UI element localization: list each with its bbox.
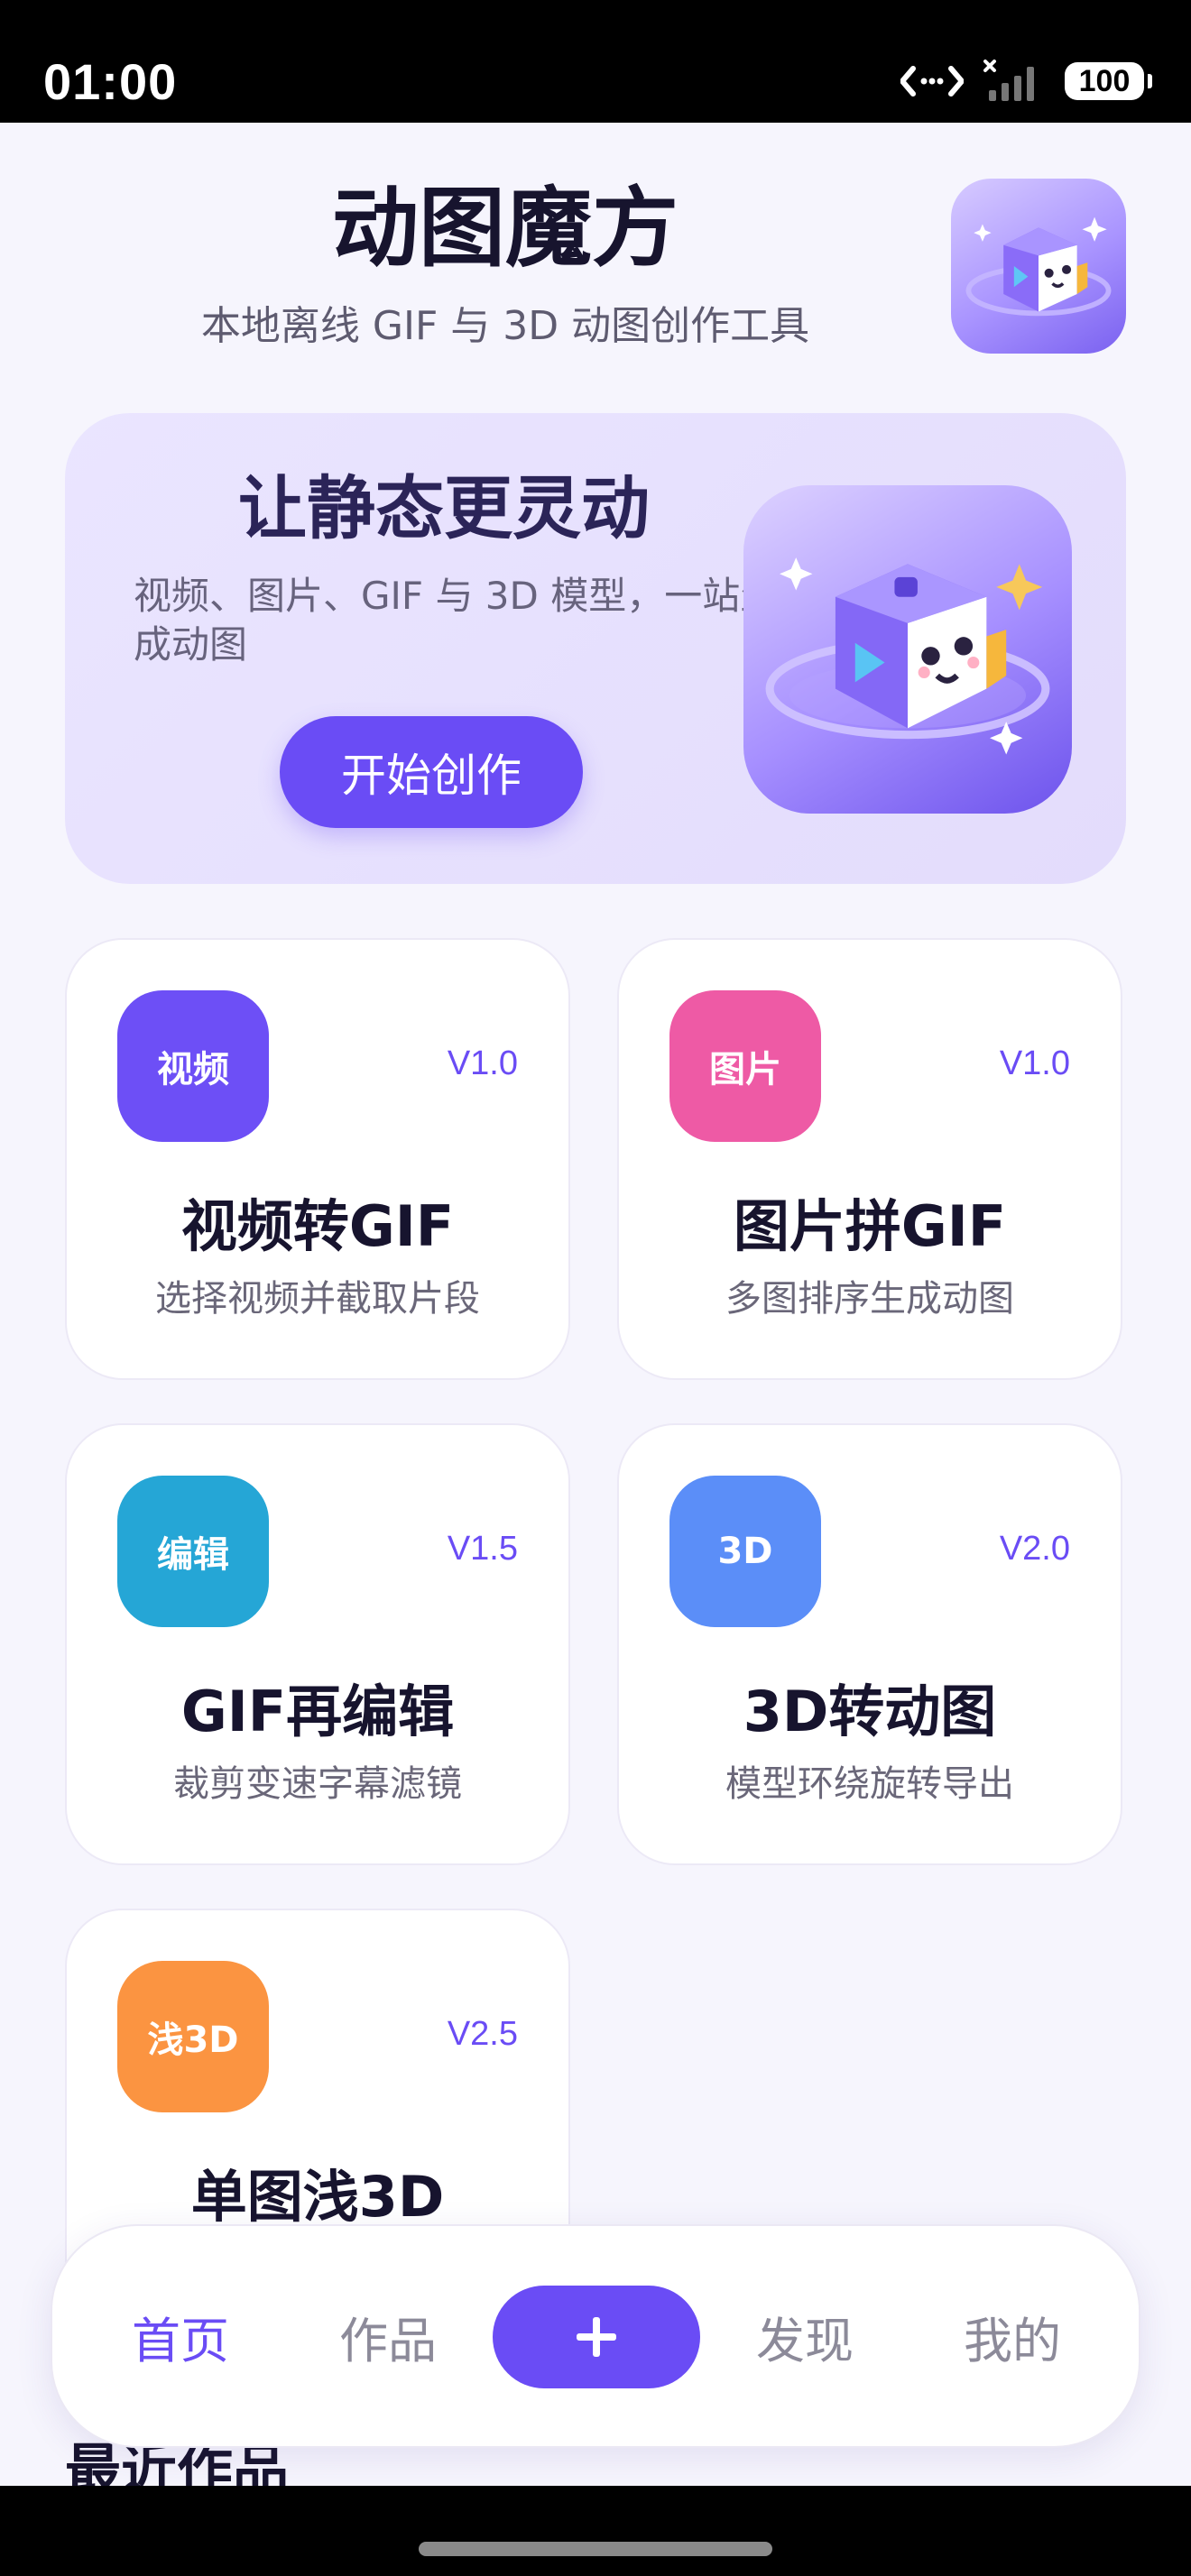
tool-name: 图片拼GIF: [733, 1193, 1007, 1259]
plus-icon: [577, 2317, 616, 2357]
tool-card-3d-to-gif[interactable]: 3D V2.0 3D转动图 模型环绕旋转导出: [617, 1423, 1122, 1865]
add-create-button[interactable]: [493, 2286, 700, 2388]
tab-home[interactable]: 首页: [90, 2226, 271, 2446]
tool-name: 视频转GIF: [180, 1193, 455, 1259]
app-logo-icon: [951, 179, 1126, 354]
tool-description: 裁剪变速字幕滤镜: [173, 1763, 462, 1805]
tool-version: V1.0: [999, 1044, 1070, 1082]
tool-description: 模型环绕旋转导出: [725, 1763, 1014, 1805]
tool-card-video-to-gif[interactable]: 视频 V1.0 视频转GIF 选择视频并截取片段: [65, 938, 570, 1380]
hero-title: 让静态更灵动: [238, 468, 650, 548]
tool-version: V1.0: [447, 1044, 518, 1082]
video-badge-icon: 视频: [117, 990, 269, 1142]
signal-icon: [983, 60, 1034, 101]
hero-description: 视频、图片、GIF 与 3D 模型，一站生成动图: [134, 574, 779, 667]
app-title: 动图魔方: [332, 178, 679, 279]
data-arrows-icon: [900, 66, 964, 97]
tool-card-gif-edit[interactable]: 编辑 V1.5 GIF再编辑 裁剪变速字幕滤镜: [65, 1423, 570, 1865]
tab-discover[interactable]: 发现: [715, 2226, 895, 2446]
tab-profile[interactable]: 我的: [922, 2226, 1103, 2446]
system-nav-area: [0, 2486, 1191, 2576]
shallow-3d-badge-icon: 浅3D: [117, 1961, 269, 2112]
tool-description: 多图排序生成动图: [725, 1278, 1014, 1320]
edit-badge-icon: 编辑: [117, 1476, 269, 1627]
status-time: 01:00: [43, 53, 178, 110]
status-icons: 100: [900, 56, 1152, 106]
status-bar: 01:00 100: [0, 0, 1191, 123]
tool-card-image-to-gif[interactable]: 图片 V1.0 图片拼GIF 多图排序生成动图: [617, 938, 1122, 1380]
tool-name: 单图浅3D: [190, 2164, 445, 2230]
hero-cube-icon: [743, 485, 1072, 814]
tool-name: 3D转动图: [743, 1679, 997, 1744]
3d-badge-icon: 3D: [669, 1476, 821, 1627]
app-subtitle: 本地离线 GIF 与 3D 动图创作工具: [200, 303, 810, 349]
start-create-button[interactable]: 开始创作: [280, 716, 583, 828]
image-badge-icon: 图片: [669, 990, 821, 1142]
hero-card: 让静态更灵动 视频、图片、GIF 与 3D 模型，一站生成动图 开始创作: [65, 413, 1126, 884]
tool-version: V1.5: [447, 1530, 518, 1568]
tool-version: V2.0: [999, 1530, 1070, 1568]
home-indicator[interactable]: [419, 2542, 772, 2556]
tool-description: 选择视频并截取片段: [155, 1278, 480, 1320]
bottom-tab-bar: 首页 作品 发现 我的: [51, 2224, 1140, 2448]
tool-version: V2.5: [447, 2015, 518, 2053]
tool-name: GIF再编辑: [180, 1679, 455, 1744]
tab-works[interactable]: 作品: [298, 2226, 478, 2446]
battery-icon: 100: [1065, 62, 1152, 100]
